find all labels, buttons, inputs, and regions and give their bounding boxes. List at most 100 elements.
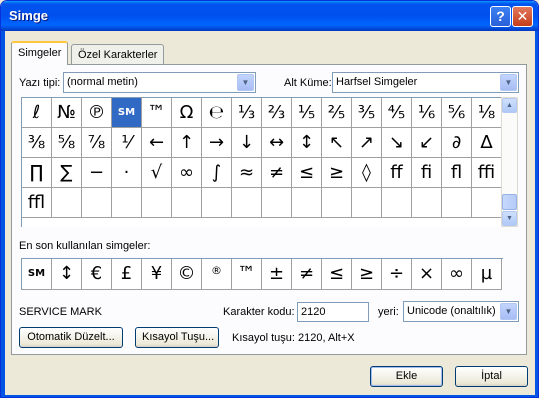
recent-symbol-cell[interactable]: € [82, 259, 112, 290]
symbol-cell[interactable]: ﬄ [22, 188, 52, 218]
title-bar: Simge ? ✕ [1, 1, 538, 31]
symbol-cell[interactable] [202, 188, 232, 218]
recent-symbol-cell[interactable]: ∞ [442, 259, 472, 290]
recent-symbol-cell[interactable]: µ [472, 259, 502, 290]
symbol-cell[interactable] [172, 188, 202, 218]
recent-symbol-cell[interactable]: ≤ [322, 259, 352, 290]
symbol-cell[interactable]: ⅖ [322, 98, 352, 128]
symbol-cell[interactable] [442, 188, 472, 218]
close-button[interactable]: ✕ [512, 6, 533, 27]
symbol-cell[interactable]: ﬂ [442, 158, 472, 188]
symbol-cell[interactable] [142, 188, 172, 218]
symbol-cell[interactable]: ﬀ [382, 158, 412, 188]
symbol-cell[interactable]: ↗ [352, 128, 382, 158]
from-select[interactable]: Unicode (onaltılık) ▼ [403, 301, 519, 322]
symbol-cell[interactable]: ≠ [262, 158, 292, 188]
symbol-cell[interactable] [412, 188, 442, 218]
recent-symbol-cell[interactable]: SM [22, 259, 52, 290]
symbol-cell[interactable]: ⅙ [412, 98, 442, 128]
font-select[interactable]: (normal metin) ▼ [63, 72, 256, 93]
symbol-cell[interactable]: ↔ [262, 128, 292, 158]
symbol-cell[interactable]: ﬃ [472, 158, 502, 188]
symbol-cell[interactable]: · [112, 158, 142, 188]
symbol-cell[interactable] [112, 188, 142, 218]
symbol-cell[interactable] [262, 188, 292, 218]
symbol-cell[interactable]: ⅟ [112, 128, 142, 158]
shortcut-key-button[interactable]: Kısayol Tuşu... [135, 327, 219, 348]
insert-button[interactable]: Ekle [370, 366, 443, 387]
symbol-cell[interactable]: ∂ [442, 128, 472, 158]
symbol-cell[interactable]: ↖ [322, 128, 352, 158]
recent-symbol-cell[interactable]: ™ [232, 259, 262, 290]
symbol-cell[interactable] [472, 188, 502, 218]
symbol-cell[interactable] [52, 188, 82, 218]
recent-symbol-cell[interactable]: × [412, 259, 442, 290]
symbol-cell[interactable]: ↑ [172, 128, 202, 158]
symbol-cell[interactable]: ⅔ [262, 98, 292, 128]
chevron-down-icon[interactable]: ▼ [237, 74, 254, 91]
subset-select[interactable]: Harfsel Simgeler ▼ [332, 72, 519, 93]
symbol-cell[interactable]: ⅓ [232, 98, 262, 128]
symbol-cell[interactable]: ℮ [202, 98, 232, 128]
symbol-cell[interactable] [82, 188, 112, 218]
scrollbar-thumb[interactable] [502, 194, 517, 210]
symbol-cell[interactable]: ∑ [52, 158, 82, 188]
symbol-cell[interactable]: ◊ [352, 158, 382, 188]
arrow-up-icon[interactable]: ▲ [502, 98, 517, 113]
tab-special-characters[interactable]: Özel Karakterler [71, 44, 165, 66]
recent-symbol-cell[interactable]: ↕ [52, 259, 82, 290]
symbol-cell[interactable]: ™ [142, 98, 172, 128]
symbol-cell[interactable]: Ω [172, 98, 202, 128]
symbol-cell[interactable]: ≤ [292, 158, 322, 188]
symbol-cell[interactable]: ⅗ [352, 98, 382, 128]
symbol-cell[interactable]: ↕ [292, 128, 322, 158]
symbol-cell[interactable]: ℗ [82, 98, 112, 128]
symbol-cell[interactable]: ⅞ [82, 128, 112, 158]
character-code-input[interactable]: 2120 [297, 302, 369, 322]
symbol-cell[interactable]: → [202, 128, 232, 158]
help-button[interactable]: ? [490, 6, 511, 27]
symbol-cell[interactable]: ⅚ [442, 98, 472, 128]
symbol-cell[interactable]: ∞ [172, 158, 202, 188]
symbol-cell[interactable]: ↙ [412, 128, 442, 158]
symbol-cell[interactable]: ∏ [22, 158, 52, 188]
chevron-down-icon[interactable]: ▼ [500, 74, 517, 91]
symbol-cell[interactable]: ⅜ [22, 128, 52, 158]
symbol-cell[interactable]: SM [112, 98, 142, 128]
symbol-cell[interactable]: ⅛ [472, 98, 502, 128]
symbol-cell[interactable] [352, 188, 382, 218]
symbol-cell[interactable] [322, 188, 352, 218]
symbol-cell[interactable]: ↘ [382, 128, 412, 158]
symbol-cell[interactable]: √ [142, 158, 172, 188]
symbol-cell[interactable]: − [82, 158, 112, 188]
recent-symbol-cell[interactable]: ≥ [352, 259, 382, 290]
recent-symbol-cell[interactable]: © [172, 259, 202, 290]
symbol-cell[interactable]: ﬁ [412, 158, 442, 188]
recent-symbol-cell[interactable]: ± [262, 259, 292, 290]
recent-symbol-cell[interactable]: ÷ [382, 259, 412, 290]
symbol-cell[interactable] [232, 188, 262, 218]
recent-symbol-cell[interactable]: ≠ [292, 259, 322, 290]
cancel-button[interactable]: İptal [455, 366, 528, 387]
symbol-cell[interactable]: ∫ [202, 158, 232, 188]
symbol-cell[interactable] [382, 188, 412, 218]
symbol-grid-scrollbar[interactable]: ▲ ▼ [501, 97, 518, 227]
recent-symbol-cell[interactable]: £ [112, 259, 142, 290]
symbol-cell[interactable]: ⅝ [52, 128, 82, 158]
recent-symbol-cell[interactable]: ® [202, 259, 232, 290]
tab-symbols[interactable]: Simgeler [11, 41, 69, 65]
symbol-cell[interactable]: ↓ [232, 128, 262, 158]
symbol-cell[interactable]: ≈ [232, 158, 262, 188]
symbol-cell[interactable]: ⅘ [382, 98, 412, 128]
symbol-cell[interactable]: ≥ [322, 158, 352, 188]
symbol-cell[interactable]: ⅕ [292, 98, 322, 128]
chevron-down-icon[interactable]: ▼ [500, 303, 517, 320]
symbol-cell[interactable]: № [52, 98, 82, 128]
recent-symbol-cell[interactable]: ¥ [142, 259, 172, 290]
symbol-cell[interactable] [292, 188, 322, 218]
symbol-cell[interactable]: ℓ [22, 98, 52, 128]
symbol-cell[interactable]: ← [142, 128, 172, 158]
arrow-down-icon[interactable]: ▼ [502, 211, 517, 226]
symbol-cell[interactable]: ∆ [472, 128, 502, 158]
autocorrect-button[interactable]: Otomatik Düzelt... [19, 327, 123, 348]
